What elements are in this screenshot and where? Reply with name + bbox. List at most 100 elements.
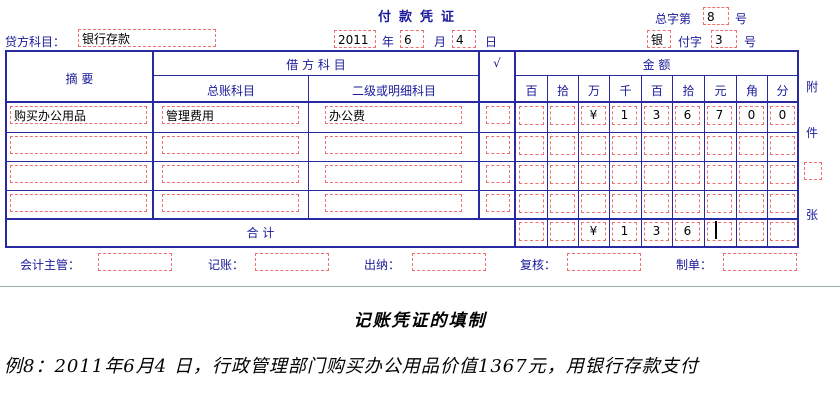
total-digit-cell[interactable] <box>739 222 764 241</box>
amount-digit-cell[interactable] <box>707 136 732 155</box>
amount-digit-cell[interactable] <box>644 136 669 155</box>
amount-digit-cell[interactable]: 0 <box>770 106 795 125</box>
attach-char-fu: 附 <box>806 80 819 94</box>
accountant-label: 会计主管： <box>20 258 81 272</box>
amount-digit-cell[interactable] <box>675 194 700 213</box>
amount-digit-cell[interactable] <box>581 136 606 155</box>
sub-ledger-field[interactable]: 办公费 <box>325 106 462 124</box>
digit-header-bai2: 百 <box>650 84 663 98</box>
sub-ledger-field[interactable] <box>325 165 462 183</box>
amount-digit-cell[interactable] <box>612 136 637 155</box>
accountant-field[interactable] <box>98 253 172 271</box>
check-field[interactable] <box>486 136 510 154</box>
amount-digit-cell[interactable] <box>739 165 764 184</box>
summary-field[interactable]: 购买办公用品 <box>10 106 147 124</box>
amount-digit-cell[interactable] <box>707 194 732 213</box>
bank-char-field[interactable]: 银 <box>647 30 671 48</box>
amount-digit-cell[interactable] <box>644 194 669 213</box>
summary-field[interactable] <box>10 136 147 154</box>
credit-account-field[interactable]: 银行存款 <box>78 29 216 47</box>
amount-digit-cell[interactable] <box>519 165 544 184</box>
amount-digit-cell[interactable] <box>739 194 764 213</box>
digit-header-qian: 千 <box>619 84 632 98</box>
amount-digit-cell[interactable] <box>612 194 637 213</box>
summary-field[interactable] <box>10 194 147 212</box>
maker-field[interactable] <box>723 253 797 271</box>
text-cursor <box>715 221 717 239</box>
amount-digit-cell[interactable] <box>519 106 544 125</box>
hao-label-1: 号 <box>735 12 748 26</box>
amount-digit-cell[interactable] <box>550 194 575 213</box>
total-digit-cell[interactable]: 3 <box>644 222 669 241</box>
total-digit-cell[interactable] <box>519 222 544 241</box>
cashier-field[interactable] <box>412 253 486 271</box>
total-digit-cell[interactable]: 1 <box>612 222 637 241</box>
amount-digit-cell[interactable] <box>770 194 795 213</box>
summary-field[interactable] <box>10 165 147 183</box>
amount-digit-cell[interactable] <box>770 136 795 155</box>
general-ledger-header: 总账科目 <box>206 84 255 98</box>
lesson-title: 记账凭证的填制 <box>353 311 487 331</box>
total-label: 合 计 <box>246 226 275 240</box>
total-no-label: 总字第 <box>655 12 692 26</box>
amount-digit-cell[interactable] <box>675 136 700 155</box>
attach-char-zhang: 张 <box>806 208 819 222</box>
general-ledger-field[interactable] <box>162 194 299 212</box>
total-digit-cell[interactable] <box>550 222 575 241</box>
amount-digit-cell[interactable]: 6 <box>675 106 700 125</box>
amount-digit-cell[interactable] <box>550 106 575 125</box>
fu-no-field[interactable]: 3 <box>711 30 737 48</box>
amount-digit-cell[interactable] <box>550 165 575 184</box>
amount-digit-cell[interactable] <box>581 194 606 213</box>
total-digit-cell[interactable] <box>770 222 795 241</box>
amount-digit-cell[interactable]: 7 <box>707 106 732 125</box>
total-digit-cell[interactable]: 6 <box>675 222 700 241</box>
amount-digit-cell[interactable]: 0 <box>739 106 764 125</box>
amount-digit-cell[interactable]: 3 <box>644 106 669 125</box>
check-field[interactable] <box>486 194 510 212</box>
amount-digit-cell[interactable] <box>707 165 732 184</box>
bookkeeping-field[interactable] <box>255 253 329 271</box>
month-field[interactable]: 6 <box>400 30 424 48</box>
digit-header-yuan: 元 <box>714 84 727 98</box>
amount-digit-cell[interactable] <box>519 136 544 155</box>
digit-header-wan: 万 <box>587 84 600 98</box>
attachment-count-field[interactable] <box>804 162 822 180</box>
check-header: √ <box>493 56 501 70</box>
general-ledger-field[interactable]: 管理费用 <box>162 106 299 124</box>
amount-digit-cell[interactable]: 1 <box>612 106 637 125</box>
digit-header-jiao: 角 <box>745 84 758 98</box>
amount-digit-cell[interactable] <box>519 194 544 213</box>
general-ledger-field[interactable] <box>162 136 299 154</box>
debit-account-header: 借 方 科 目 <box>286 58 346 72</box>
year-field[interactable]: 2011 <box>334 30 376 48</box>
amount-digit-cell[interactable]: ¥ <box>581 106 606 125</box>
sub-ledger-header: 二级或明细科目 <box>351 84 436 98</box>
month-label: 月 <box>434 35 447 49</box>
sub-ledger-field[interactable] <box>325 194 462 212</box>
amount-digit-cell[interactable] <box>770 165 795 184</box>
digit-header-shi2: 拾 <box>682 84 695 98</box>
sub-ledger-field[interactable] <box>325 136 462 154</box>
day-label: 日 <box>485 35 498 49</box>
total-digit-cell[interactable] <box>707 222 732 241</box>
amount-digit-cell[interactable] <box>739 136 764 155</box>
general-ledger-field[interactable] <box>162 165 299 183</box>
check-field[interactable] <box>486 106 510 124</box>
fu-label: 付字 <box>678 35 703 49</box>
amount-digit-cell[interactable] <box>675 165 700 184</box>
amount-header: 金 额 <box>642 58 671 72</box>
amount-digit-cell[interactable] <box>644 165 669 184</box>
amount-digit-cell[interactable] <box>612 165 637 184</box>
digit-header-shi1: 拾 <box>556 84 569 98</box>
total-no-field[interactable]: 8 <box>703 7 729 25</box>
day-field[interactable]: 4 <box>452 30 476 48</box>
check-field[interactable] <box>486 165 510 183</box>
review-field[interactable] <box>567 253 641 271</box>
amount-digit-cell[interactable] <box>581 165 606 184</box>
cashier-label: 出纳： <box>364 258 401 272</box>
amount-digit-cell[interactable] <box>550 136 575 155</box>
credit-account-label: 贷方科目： <box>5 35 66 49</box>
bookkeeping-label: 记账： <box>208 258 245 272</box>
total-digit-cell[interactable]: ¥ <box>581 222 606 241</box>
